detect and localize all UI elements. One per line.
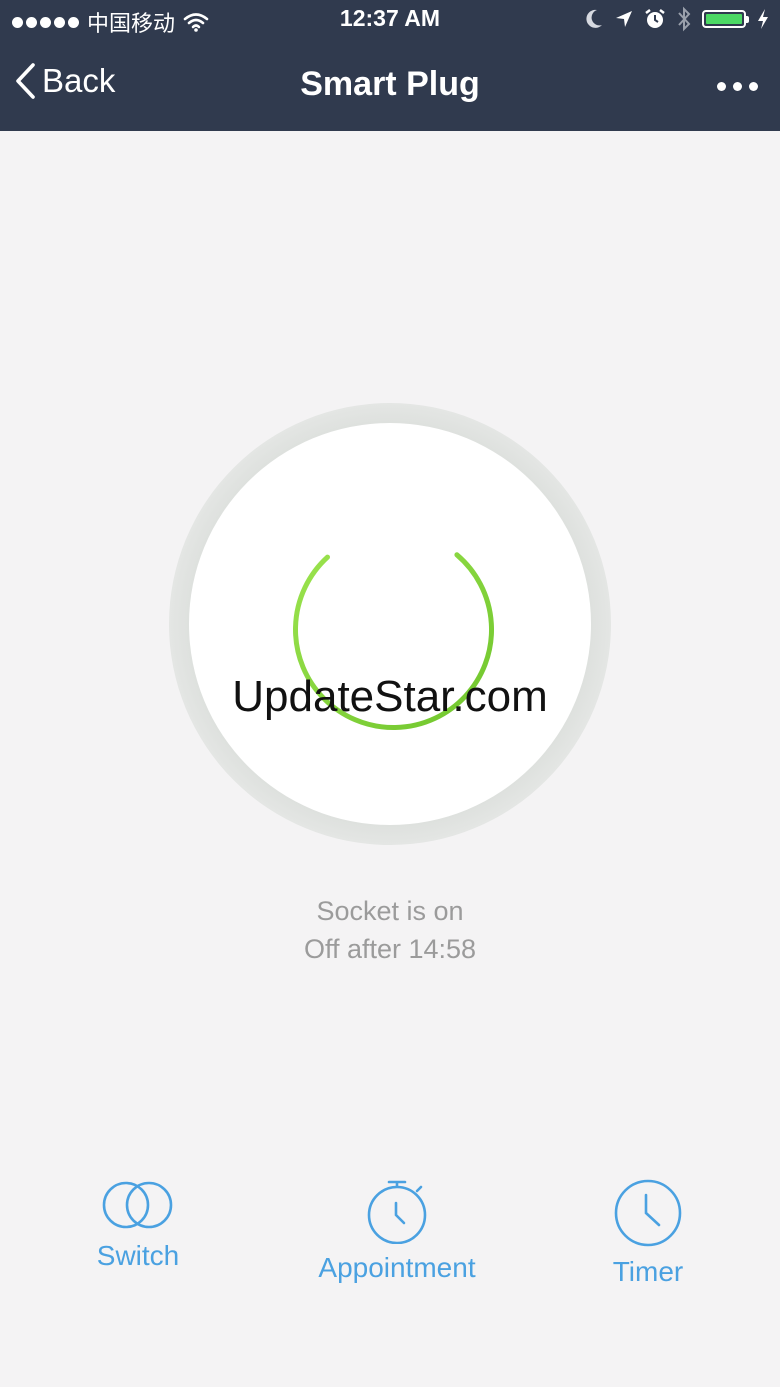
moon-icon [586,9,602,28]
alarm-icon [645,9,665,28]
page-title: Smart Plug [300,65,480,103]
switch-icon [102,1181,173,1229]
power-button-graphic [169,403,611,845]
clock-icon [614,1179,682,1247]
socket-status: Socket is on [316,896,464,926]
location-arrow-icon [616,11,632,27]
socket-off-timer: Off after 14:58 [303,934,477,964]
status-right [584,6,770,32]
timer-button[interactable]: Timer [600,1178,696,1288]
appointment-label: Appointment [318,1252,476,1283]
navigation-bar: Back Smart Plug [0,40,780,131]
charging-bolt-icon [758,9,768,29]
status-bar: 中国移动 12:37 AM [0,0,780,40]
appointment-button[interactable]: Appointment [306,1178,488,1284]
more-dots-icon[interactable] [717,82,758,91]
top-bar: 中国移动 12:37 AM Back Smart Plug [0,0,780,131]
battery-icon [702,10,749,28]
stopwatch-icon [367,1180,427,1244]
switch-label: Switch [96,1240,180,1271]
bluetooth-icon [678,6,691,32]
power-inner-disc [189,423,591,825]
battery-fill [706,14,742,24]
switch-button[interactable]: Switch [86,1178,190,1272]
timer-label: Timer [612,1256,684,1287]
power-button[interactable] [169,403,611,845]
